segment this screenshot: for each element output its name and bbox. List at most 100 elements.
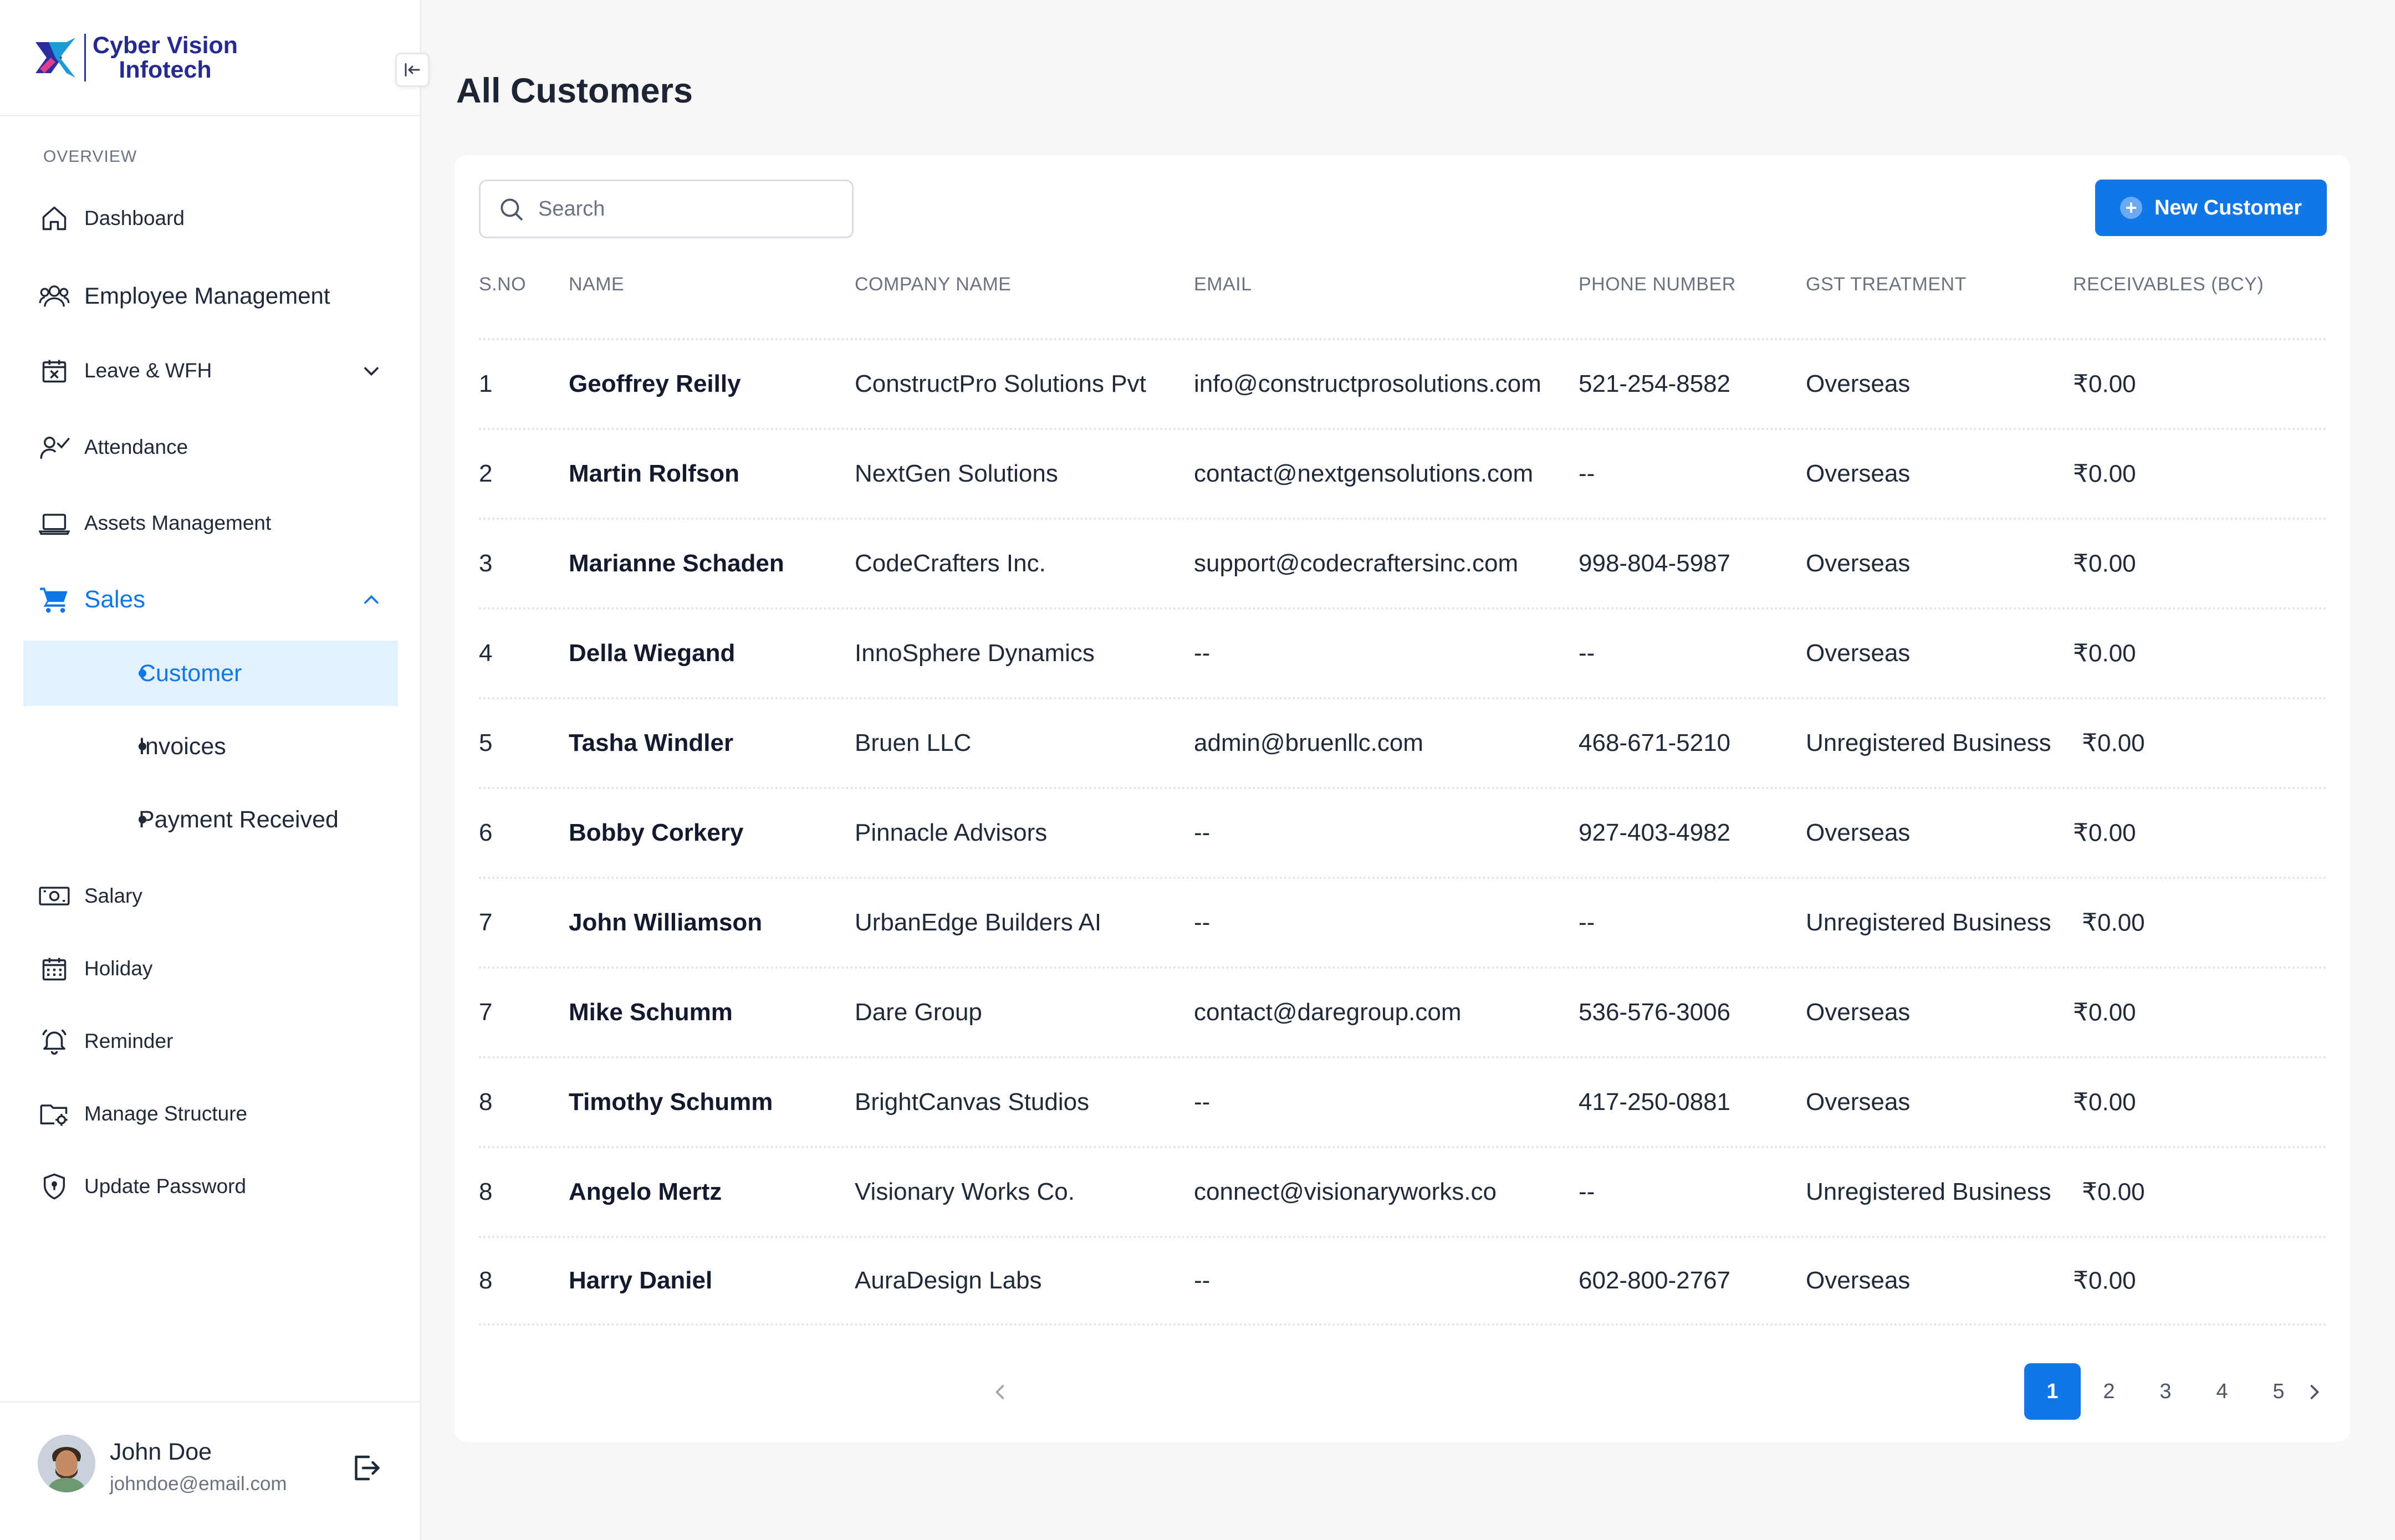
sidebar-item-sales[interactable]: Sales — [39, 577, 145, 622]
sidebar-item-label: Assets Management — [84, 511, 272, 534]
cell-sno: 6 — [479, 819, 493, 846]
sidebar-item-salary[interactable]: Salary — [39, 874, 142, 918]
chevron-left-icon[interactable] — [988, 1380, 1012, 1404]
sidebar-subitem-label: Customer — [139, 659, 242, 687]
cell-email[interactable]: admin@bruenllc.com — [1194, 729, 1423, 757]
cell-email[interactable]: support@codecraftersinc.com — [1194, 550, 1518, 577]
cell-receivables: ₹0.00 — [2082, 909, 2145, 937]
cell-email[interactable]: -- — [1194, 1088, 1210, 1116]
cell-email[interactable]: -- — [1194, 639, 1210, 667]
cell-company: Dare Group — [855, 999, 982, 1026]
table-row[interactable]: 5 Tasha Windler Bruen LLC admin@bruenllc.co… — [479, 697, 2328, 787]
search-box[interactable] — [479, 180, 854, 238]
sidebar-item-holiday[interactable]: Holiday — [39, 946, 152, 991]
cell-gst: Overseas — [1806, 999, 1911, 1026]
table-row[interactable]: 7 John Williamson UrbanEdge Builders AI -- -… — [479, 877, 2328, 966]
shield-icon — [39, 1171, 70, 1202]
cell-name[interactable]: Timothy Schumm — [569, 1088, 773, 1116]
cell-sno: 3 — [479, 550, 493, 577]
sidebar-item-label: Reminder — [84, 1030, 173, 1052]
column-header-receivables: RECEIVABLES (BCY) — [2073, 274, 2264, 295]
sidebar-item-manage-structure[interactable]: Manage Structure — [39, 1092, 247, 1136]
page-title: All Customers — [456, 71, 693, 110]
sidebar-subitem-label: Invoices — [139, 733, 226, 760]
cell-name[interactable]: Mike Schumm — [569, 999, 733, 1026]
cell-sno: 4 — [479, 639, 493, 667]
sidebar-item-attendance[interactable]: Attendance — [39, 425, 188, 469]
cell-company: NextGen Solutions — [855, 460, 1058, 487]
cell-name[interactable]: Harry Daniel — [569, 1267, 712, 1295]
cell-email[interactable]: -- — [1194, 1267, 1210, 1295]
cell-email[interactable]: info@constructprosolutions.com — [1194, 370, 1541, 398]
sidebar-subitem-label: Payment Received — [139, 806, 339, 833]
cell-receivables: ₹0.00 — [2073, 1088, 2136, 1116]
cell-receivables: ₹0.00 — [2073, 639, 2136, 667]
page-3-button[interactable]: 3 — [2137, 1363, 2194, 1420]
cell-company: UrbanEdge Builders AI — [855, 909, 1102, 936]
chevron-right-icon[interactable] — [2302, 1380, 2327, 1404]
cell-email[interactable]: -- — [1194, 819, 1210, 847]
column-header-company: COMPANY NAME — [855, 274, 1012, 295]
cell-name[interactable]: Marianne Schaden — [569, 550, 784, 577]
table-row[interactable]: 7 Mike Schumm Dare Group contact@daregroup.… — [479, 966, 2328, 1056]
cell-company: Bruen LLC — [855, 729, 972, 756]
table-row[interactable]: 8 Timothy Schumm BrightCanvas Studios -- 417… — [479, 1056, 2328, 1146]
cell-phone: 417-250-0881 — [1579, 1088, 1731, 1116]
avatar[interactable] — [38, 1435, 95, 1492]
cell-sno: 8 — [479, 1088, 493, 1116]
table-row[interactable]: 4 Della Wiegand InnoSphere Dynamics -- -- Ove… — [479, 607, 2328, 697]
customers-card: + New Customer S.NO NAME COMPANY NAME EMAIL… — [455, 155, 2350, 1442]
chevron-up-icon[interactable] — [359, 587, 384, 612]
cell-email[interactable]: connect@visionaryworks.co — [1194, 1178, 1497, 1206]
page-5-button[interactable]: 5 — [2250, 1363, 2307, 1420]
calendar-x-icon — [39, 355, 70, 386]
cell-name[interactable]: Angelo Mertz — [569, 1178, 722, 1206]
cell-email[interactable]: contact@nextgensolutions.com — [1194, 460, 1533, 488]
chevron-down-icon[interactable] — [359, 359, 384, 383]
table-row[interactable]: 6 Bobby Corkery Pinnacle Advisors -- 927-403… — [479, 787, 2328, 877]
sidebar-subitem-invoices[interactable]: Invoices — [23, 714, 398, 779]
sidebar-item-label: Sales — [84, 586, 146, 613]
cell-name[interactable]: Tasha Windler — [569, 729, 733, 757]
cell-name[interactable]: John Williamson — [569, 909, 762, 937]
cell-name[interactable]: Bobby Corkery — [569, 819, 743, 847]
cell-company: Visionary Works Co. — [855, 1178, 1075, 1205]
sidebar-item-dashboard[interactable]: Dashboard — [39, 196, 185, 241]
cell-name[interactable]: Della Wiegand — [569, 639, 735, 667]
cell-gst: Overseas — [1806, 370, 1911, 397]
cell-email[interactable]: -- — [1194, 909, 1210, 937]
search-input[interactable] — [538, 197, 826, 221]
cell-company: BrightCanvas Studios — [855, 1088, 1090, 1116]
cell-name[interactable]: Geoffrey Reilly — [569, 370, 741, 398]
new-customer-button[interactable]: + New Customer — [2095, 180, 2327, 236]
sidebar-item-label: Manage Structure — [84, 1102, 248, 1125]
sidebar-item-update-password[interactable]: Update Password — [39, 1164, 246, 1209]
cell-company: CodeCrafters Inc. — [855, 550, 1046, 577]
sidebar-item-label: Attendance — [84, 436, 188, 458]
cell-name[interactable]: Martin Rolfson — [569, 460, 739, 488]
sidebar-item-label: Holiday — [84, 957, 153, 980]
sidebar-item-reminder[interactable]: Reminder — [39, 1019, 173, 1063]
cell-email[interactable]: contact@daregroup.com — [1194, 999, 1461, 1026]
logout-icon[interactable] — [349, 1451, 382, 1485]
sidebar-item-leave-wfh[interactable]: Leave & WFH — [39, 349, 212, 393]
table-row[interactable]: 1 Geoffrey Reilly ConstructPro Solutions P… — [479, 338, 2328, 428]
table-row[interactable]: 2 Martin Rolfson NextGen Solutions contact@… — [479, 428, 2328, 518]
collapse-sidebar-button[interactable] — [395, 53, 430, 87]
cell-receivables: ₹0.00 — [2073, 819, 2136, 847]
cell-phone: -- — [1579, 460, 1595, 487]
sidebar-item-employee-management[interactable]: Employee Management — [39, 274, 330, 318]
table-row[interactable]: 8 Angelo Mertz Visionary Works Co. connect@… — [479, 1146, 2328, 1236]
sidebar-subitem-payment-received[interactable]: Payment Received — [23, 787, 398, 852]
table-row[interactable]: 8 Harry Daniel AuraDesign Labs -- 602-800-27… — [479, 1236, 2328, 1326]
brand[interactable]: Cyber Vision Infotech — [0, 0, 430, 116]
sidebar-subitem-customer[interactable]: Customer — [23, 641, 398, 706]
cell-company: Pinnacle Advisors — [855, 819, 1048, 846]
sidebar-item-assets-management[interactable]: Assets Management — [39, 501, 271, 545]
page-1-button[interactable]: 1 — [2024, 1363, 2081, 1420]
cell-sno: 1 — [479, 370, 493, 397]
page-2-button[interactable]: 2 — [2081, 1363, 2137, 1420]
sidebar: Cyber Vision Infotech OVERVIEW Dashboard… — [0, 0, 430, 1540]
page-4-button[interactable]: 4 — [2194, 1363, 2250, 1420]
table-row[interactable]: 3 Marianne Schaden CodeCrafters Inc. suppor… — [479, 518, 2328, 607]
